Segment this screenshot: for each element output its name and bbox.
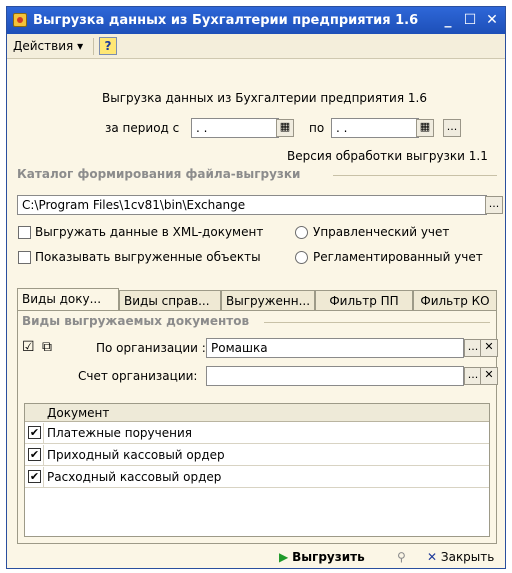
show-exported-checkbox[interactable] (18, 251, 31, 264)
export-xml-label: Выгружать данные в XML-документ (35, 225, 264, 239)
export-xml-checkbox[interactable] (18, 226, 31, 239)
actions-menu[interactable]: Действия ▾ (13, 39, 83, 53)
catalog-section-title: Каталог формирования файла-выгрузки (17, 167, 301, 181)
browse-button[interactable]: ... (485, 196, 503, 214)
title-bar[interactable]: Выгрузка данных из Бухгалтерии предприят… (7, 7, 505, 34)
row-checkbox[interactable]: ✔ (28, 448, 41, 461)
period-to-label: по (309, 121, 325, 135)
table-row[interactable]: ✔ Расходный кассовый ордер (25, 467, 489, 488)
account-input[interactable] (206, 366, 464, 386)
column-divider (43, 423, 44, 444)
table-row[interactable]: ✔ Платежные поручения (25, 423, 489, 444)
doc-types-section-title: Виды выгружаемых документов (22, 314, 250, 328)
export-window: Выгрузка данных из Бухгалтерии предприят… (6, 6, 506, 569)
close-button[interactable]: ✕ Закрыть (427, 550, 494, 564)
table-header: Документ (25, 404, 489, 422)
chevron-down-icon: ▾ (77, 39, 84, 53)
section-divider (264, 322, 490, 323)
row-label: Приходный кассовый ордер (47, 448, 225, 462)
version-text: Версия обработки выгрузки 1.1 (287, 149, 488, 163)
export-button-label: Выгрузить (292, 550, 365, 564)
period-select-button[interactable]: ... (443, 119, 461, 137)
account-label: Счет организации: (78, 369, 198, 383)
row-label: Расходный кассовый ордер (47, 470, 222, 484)
org-label: По организации : (96, 341, 206, 355)
export-button[interactable]: ▶ Выгрузить (279, 550, 365, 564)
play-icon: ▶ (279, 550, 289, 564)
form-heading: Выгрузка данных из Бухгалтерии предприят… (102, 91, 427, 105)
org-clear-button[interactable]: ✕ (480, 339, 498, 357)
help-button[interactable]: ? (99, 37, 117, 55)
bottom-bar: ▶ Выгрузить ⚲ ✕ Закрыть (7, 548, 505, 568)
calendar-icon[interactable]: ▦ (276, 119, 294, 137)
regulated-radio[interactable] (295, 251, 308, 264)
account-clear-button[interactable]: ✕ (480, 367, 498, 385)
managerial-radio[interactable] (295, 226, 308, 239)
show-exported-label: Показывать выгруженные объекты (35, 250, 261, 264)
documents-table: Документ ✔ Платежные поручения ✔ Приходный … (24, 403, 490, 537)
section-divider (333, 175, 497, 176)
row-label: Платежные поручения (47, 426, 192, 440)
search-icon[interactable]: ⚲ (397, 550, 406, 564)
table-header-document[interactable]: Документ (47, 406, 109, 420)
close-icon: ✕ (427, 550, 438, 564)
catalog-path-input[interactable]: C:\Program Files\1cv81\bin\Exchange (17, 195, 487, 215)
table-row[interactable]: ✔ Приходный кассовый ордер (25, 445, 489, 466)
minimize-icon[interactable]: _ (439, 11, 457, 29)
menu-bar: Действия ▾ ? (7, 34, 505, 59)
column-divider (43, 445, 44, 466)
actions-menu-label: Действия (13, 39, 74, 53)
period-to-input[interactable]: . . (331, 118, 419, 138)
tab-exported[interactable]: Выгруженн... (221, 290, 315, 311)
tab-filter-pp[interactable]: Фильтр ПП (315, 290, 413, 311)
tab-filter-ko[interactable]: Фильтр КО (413, 290, 497, 311)
check-all-icon[interactable]: ☑ (22, 339, 35, 355)
managerial-label: Управленческий учет (313, 225, 450, 239)
menu-separator (93, 38, 94, 55)
close-icon[interactable]: ✕ (483, 11, 501, 29)
column-divider (43, 467, 44, 488)
close-button-label: Закрыть (440, 550, 495, 564)
org-input[interactable]: Ромашка (206, 338, 464, 358)
app-icon (13, 13, 27, 27)
row-checkbox[interactable]: ✔ (28, 426, 41, 439)
tab-document-types[interactable]: Виды доку... (17, 288, 119, 311)
maximize-icon[interactable]: ☐ (461, 11, 479, 29)
period-from-input[interactable]: . . (191, 118, 279, 138)
uncheck-all-icon[interactable]: ⧉ (42, 339, 52, 355)
row-checkbox[interactable]: ✔ (28, 470, 41, 483)
period-from-label: за период с (105, 121, 180, 135)
tab-reference-types[interactable]: Виды справ... (119, 290, 221, 311)
window-title: Выгрузка данных из Бухгалтерии предприят… (33, 13, 419, 28)
tab-panel: Виды выгружаемых документов ☑ ⧉ По орган… (17, 310, 498, 544)
calendar-icon[interactable]: ▦ (416, 119, 434, 137)
regulated-label: Регламентированный учет (313, 250, 483, 264)
